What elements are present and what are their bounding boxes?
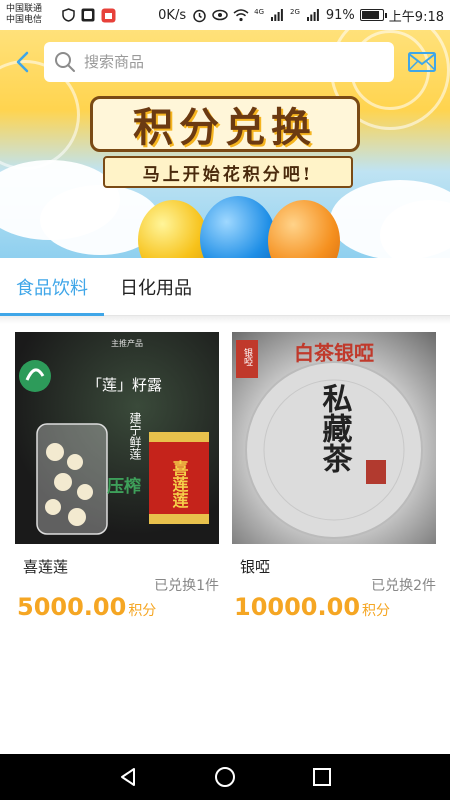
banner-subtitle: 马上开始花积分吧! [142, 164, 314, 185]
price-unit: 积分 [362, 603, 391, 619]
tab-shadow [0, 316, 450, 324]
product-card[interactable]: 银啞 白茶银啞 私藏茶 银啞 10000.00 积分 已兑换2件 [232, 332, 436, 621]
shield-icon [60, 7, 76, 23]
product-price: 5000.00 积分 [17, 593, 156, 621]
triangle-back-icon [121, 768, 136, 786]
tea-cake-illustration: 银啞 白茶银啞 私藏茶 [236, 340, 423, 539]
tab-daily-chemicals[interactable]: 日化用品 [104, 258, 208, 316]
banner-title-plate: 积分兑换 [90, 96, 360, 152]
image-text: 压榨 [107, 476, 141, 497]
app-icon [80, 7, 96, 23]
carrier-2: 中国电信 [6, 15, 43, 25]
signal-icon [269, 7, 285, 23]
price-value: 10000.00 [234, 593, 361, 621]
redeemed-count: 已兑换2件 [371, 578, 436, 594]
tab-label: 日化用品 [120, 278, 192, 299]
redeemed-count: 已兑换1件 [154, 578, 219, 594]
network-2g-label: 2G [290, 7, 300, 16]
search-box[interactable] [44, 42, 394, 82]
clock: 上午9:18 [388, 9, 444, 25]
mail-icon [408, 52, 436, 72]
blue-balloon [200, 196, 276, 258]
product-image: 主推产品 「莲」籽露 建宁鲜莲 压榨 喜莲莲 [15, 332, 219, 544]
circle-home-icon [214, 767, 235, 787]
lotus-drink-illustration: 主推产品 「莲」籽露 建宁鲜莲 压榨 喜莲莲 [19, 338, 209, 535]
message-button[interactable] [394, 40, 450, 84]
banner-subtitle-ribbon: 马上开始花积分吧! [103, 156, 353, 188]
image-text: 喜莲莲 [170, 459, 189, 509]
tab-label: 食品饮料 [16, 278, 88, 299]
product-name: 银啞 [240, 558, 271, 576]
price-unit: 积分 [128, 603, 157, 619]
nav-back-button[interactable] [108, 757, 148, 797]
wifi-icon [233, 7, 249, 23]
alarm-icon [191, 7, 207, 23]
square-recents-icon [312, 768, 331, 786]
network-4g-label: 4G [254, 7, 264, 16]
category-tabs: 食品饮料 日化用品 [0, 258, 450, 316]
price-value: 5000.00 [17, 593, 127, 621]
battery-icon [359, 9, 387, 21]
image-text: 建宁鲜莲 [128, 412, 142, 460]
app-notification-icon [100, 7, 116, 23]
image-text: 主推产品 [111, 338, 143, 348]
image-text: 私藏茶 [317, 383, 353, 473]
carrier-info: 中国联通 中国电信 [6, 4, 58, 26]
banner-title: 积分兑换 [133, 104, 317, 151]
network-speed: 0K/s [158, 7, 187, 23]
eye-icon [212, 7, 228, 23]
system-nav-bar [0, 754, 450, 800]
carrier-1: 中国联通 [6, 4, 43, 14]
nav-home-button[interactable] [205, 757, 245, 797]
product-name: 喜莲莲 [23, 558, 69, 576]
back-button[interactable] [0, 40, 44, 84]
search-input[interactable] [84, 53, 364, 71]
signal-2-icon [305, 7, 321, 23]
tab-food-drinks[interactable]: 食品饮料 [0, 258, 104, 316]
product-image: 银啞 白茶银啞 私藏茶 [232, 332, 436, 544]
status-bar: 中国联通 中国电信 0K/s 4G 2G 91% 上午9:18 [0, 0, 450, 30]
product-price: 10000.00 积分 [234, 593, 390, 621]
nav-recents-button[interactable] [302, 757, 342, 797]
search-icon [55, 52, 75, 72]
orange-balloon [268, 200, 340, 258]
image-text: 银啞 [242, 347, 253, 366]
battery-percent: 91% [325, 7, 355, 23]
image-text: 「莲」籽露 [87, 376, 162, 394]
product-card[interactable]: 主推产品 「莲」籽露 建宁鲜莲 压榨 喜莲莲 喜莲莲 5000.00 积分 已兑换… [15, 332, 219, 621]
search-header [0, 40, 450, 84]
back-arrow-icon [16, 51, 29, 73]
